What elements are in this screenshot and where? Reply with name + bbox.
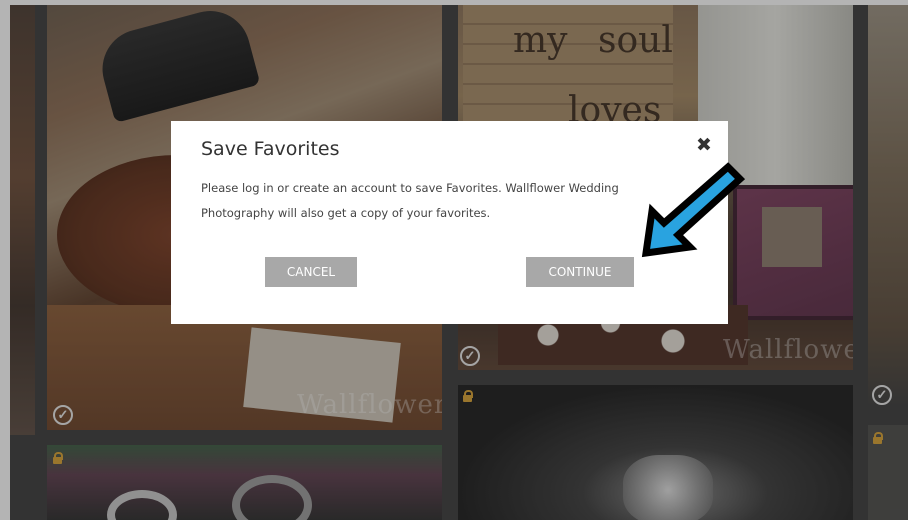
dialog-message: Please log in or create an account to sa… [201, 181, 619, 220]
continue-button[interactable]: CONTINUE [526, 257, 634, 287]
pointer-arrow-icon [641, 162, 746, 258]
arrow-shape [641, 162, 746, 258]
cancel-button[interactable]: CANCEL [265, 257, 357, 287]
dialog-title: Save Favorites [201, 138, 340, 160]
close-icon[interactable]: ✖ [695, 136, 713, 155]
